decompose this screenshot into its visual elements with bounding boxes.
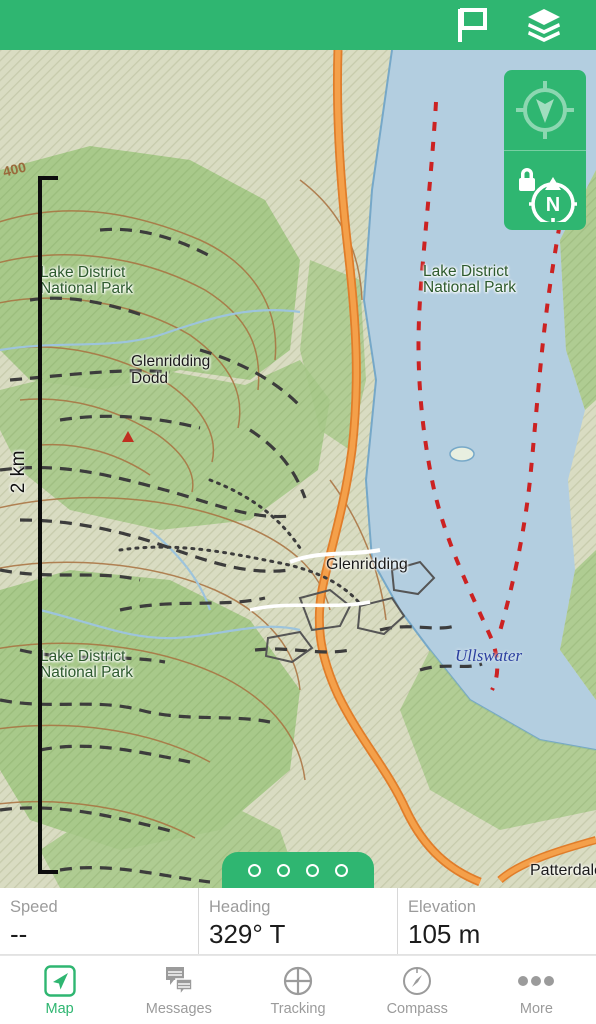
tab-label-compass: Compass bbox=[386, 1000, 448, 1017]
compass-icon bbox=[401, 964, 433, 998]
data-cell-speed[interactable]: Speed -- bbox=[0, 888, 198, 954]
data-label-elevation: Elevation bbox=[408, 898, 476, 916]
map-scale-label: 2 km bbox=[8, 450, 29, 494]
tab-map[interactable]: Map bbox=[0, 956, 119, 1024]
tab-tracking[interactable]: Tracking bbox=[238, 956, 357, 1024]
tab-messages[interactable]: Messages bbox=[119, 956, 238, 1024]
tab-compass[interactable]: Compass bbox=[358, 956, 477, 1024]
data-value-speed: -- bbox=[10, 919, 28, 949]
tab-label-messages: Messages bbox=[145, 1000, 212, 1017]
chat-bubbles-icon bbox=[162, 964, 196, 998]
data-cell-elevation[interactable]: Elevation 105 m bbox=[397, 888, 596, 954]
panel-page-indicator[interactable] bbox=[222, 852, 374, 888]
top-header-bar bbox=[0, 0, 596, 50]
page-dot[interactable] bbox=[335, 863, 348, 877]
tab-more[interactable]: More bbox=[477, 956, 596, 1024]
north-lock-compass-icon[interactable]: N bbox=[504, 150, 586, 230]
layers-icon[interactable] bbox=[524, 5, 564, 45]
data-label-speed: Speed bbox=[10, 898, 58, 916]
telemetry-strip: Speed -- Heading 329° T Elevation 105 m bbox=[0, 888, 596, 955]
flag-icon[interactable] bbox=[452, 5, 492, 45]
page-dot[interactable] bbox=[277, 863, 290, 877]
data-label-heading: Heading bbox=[209, 898, 271, 916]
tab-label-tracking: Tracking bbox=[270, 1000, 326, 1017]
data-cell-heading[interactable]: Heading 329° T bbox=[198, 888, 397, 954]
gps-crosshair-icon[interactable] bbox=[504, 70, 586, 150]
map-scale-bar bbox=[32, 176, 58, 874]
map-canvas[interactable]: Lake District National Park Glenridding Do… bbox=[0, 50, 596, 888]
map-control-stack: N bbox=[504, 70, 586, 230]
data-value-heading: 329° T bbox=[209, 919, 286, 949]
navigation-arrow-icon bbox=[43, 964, 76, 998]
tab-label-more: More bbox=[519, 1000, 553, 1017]
crosshair-circle-icon bbox=[282, 964, 314, 998]
data-value-elevation: 105 m bbox=[408, 919, 481, 949]
tab-label-map: Map bbox=[45, 1000, 74, 1017]
app-root: Lake District National Park Glenridding Do… bbox=[0, 0, 596, 1024]
page-dot[interactable] bbox=[306, 863, 319, 877]
bottom-tab-bar: Map Messages Tracking Compass More bbox=[0, 955, 596, 1024]
ellipsis-icon bbox=[517, 964, 555, 998]
page-dot[interactable] bbox=[248, 863, 261, 877]
compass-north-letter: N bbox=[546, 194, 560, 216]
